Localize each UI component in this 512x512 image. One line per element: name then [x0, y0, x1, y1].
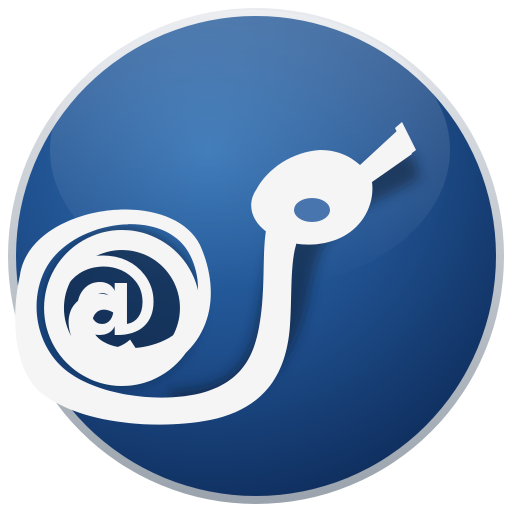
- app-icon[interactable]: @: [0, 0, 512, 512]
- nozzle-trigger-hole: [294, 198, 330, 222]
- email-fuel-icon: @: [8, 8, 504, 504]
